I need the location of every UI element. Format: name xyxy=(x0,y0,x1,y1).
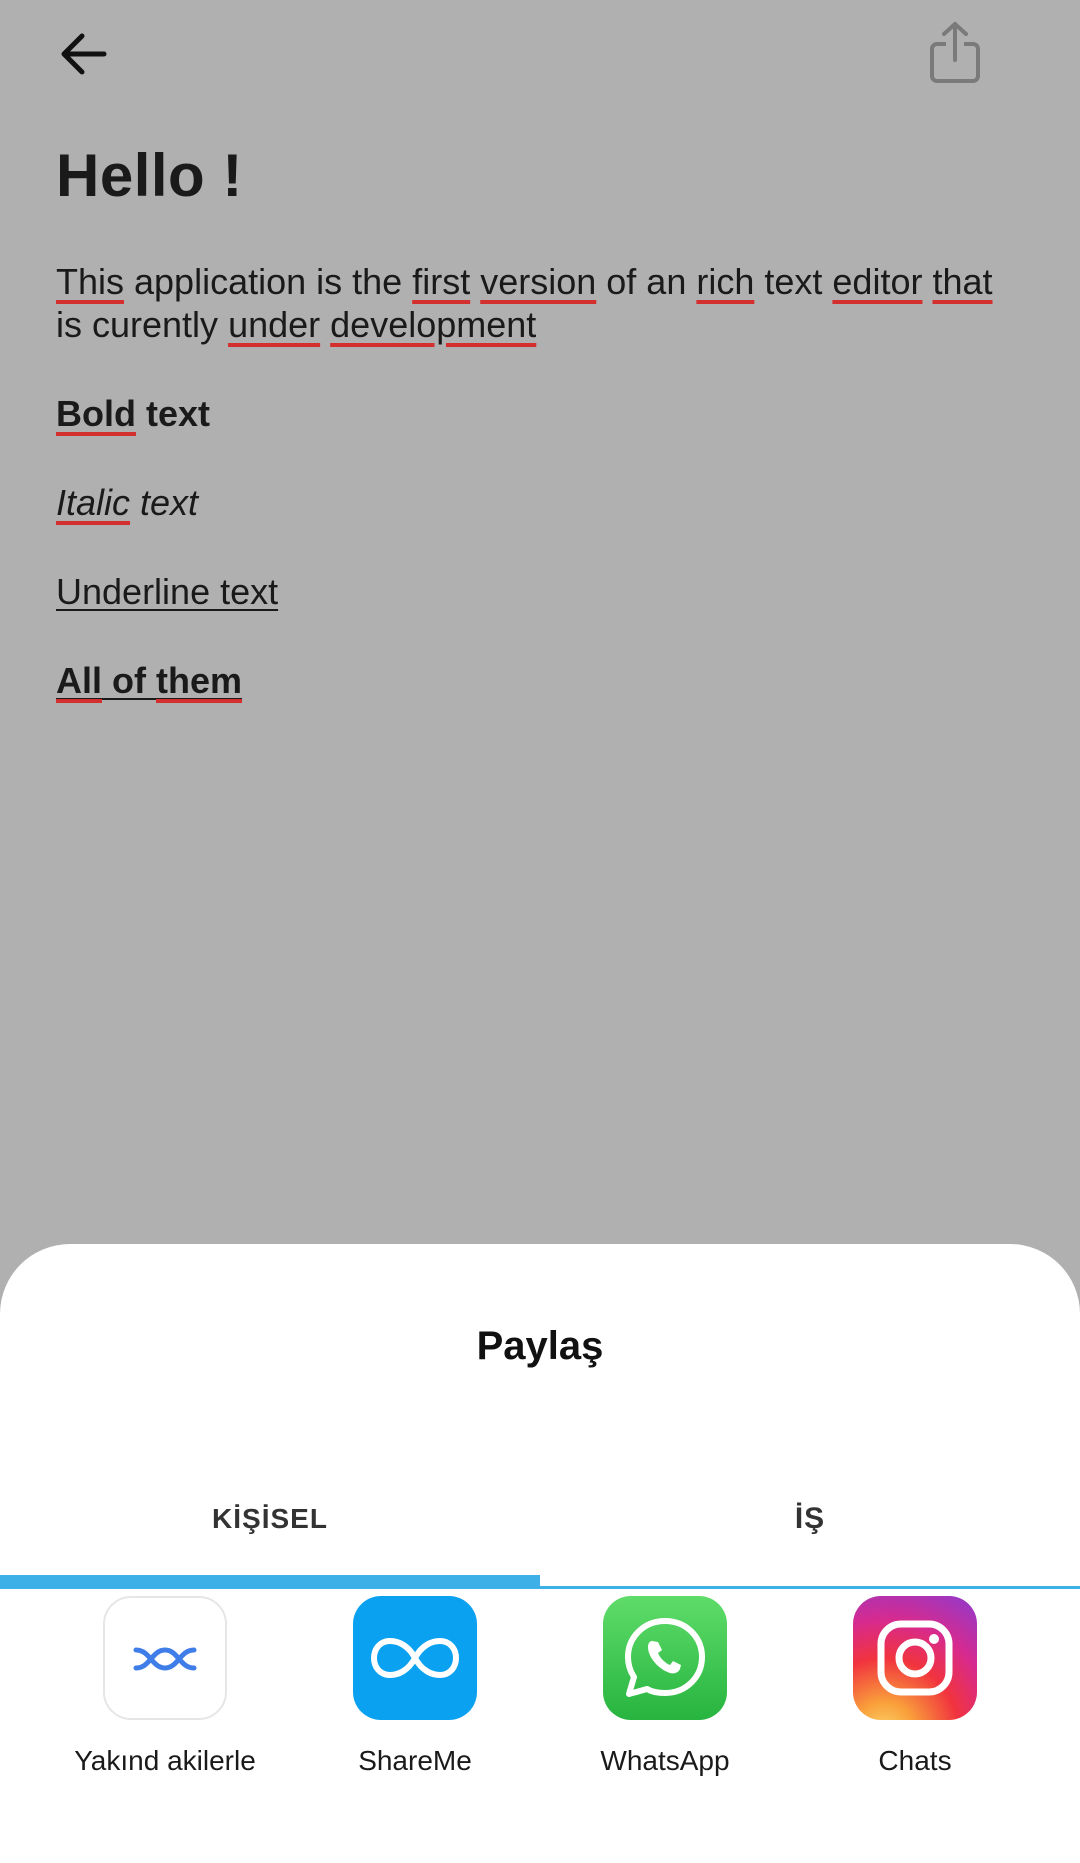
misspelled-word: that xyxy=(932,261,993,302)
paragraph-text xyxy=(320,304,330,345)
misspelled-word: rich xyxy=(696,261,755,302)
misspelled-word: them xyxy=(156,660,243,701)
misspelled-word: version xyxy=(480,261,597,302)
share-target-instagram[interactable]: Chats xyxy=(790,1596,1040,1778)
italic-line: Italic text xyxy=(56,481,1026,524)
all-styles-line: All of them xyxy=(56,659,1026,702)
heading-text: Hello ! xyxy=(56,142,243,209)
share-target-whatsapp[interactable]: WhatsApp xyxy=(540,1596,790,1778)
share-targets: Yakınd akilerle ShareMe WhatsApp Chats xyxy=(0,1596,1080,1836)
paragraph-text: application is the xyxy=(124,261,413,302)
misspelled-word: All xyxy=(56,660,103,701)
misspelled-word: first xyxy=(412,261,471,302)
line-text: text xyxy=(130,482,199,523)
misspelled-word: This xyxy=(56,261,125,302)
share-target-label: Yakınd akilerle xyxy=(74,1745,256,1776)
share-target-label: Chats xyxy=(878,1745,952,1776)
nearby-share-icon xyxy=(103,1596,227,1720)
paragraph-text: is curently xyxy=(56,304,229,345)
underline-line: Underline text xyxy=(56,571,279,612)
share-icon[interactable] xyxy=(922,16,988,88)
sheet-title: Paylaş xyxy=(476,1324,604,1368)
misspelled-word: under xyxy=(228,304,321,345)
tab-work[interactable]: İŞ xyxy=(540,1484,1080,1554)
misspelled-word: editor xyxy=(832,261,923,302)
share-target-label: WhatsApp xyxy=(600,1745,730,1776)
paragraph-text xyxy=(470,261,480,302)
whatsapp-icon xyxy=(603,1596,727,1720)
bold-line: Bold text xyxy=(56,392,1026,435)
share-target-nearby[interactable]: Yakınd akilerle xyxy=(40,1596,290,1778)
paragraph-text xyxy=(922,261,932,302)
share-sheet: Paylaş KİŞİSEL İŞ Yakınd akilerle ShareM… xyxy=(0,1244,1080,1863)
top-app-bar xyxy=(0,0,1080,110)
paragraph-text: of an xyxy=(596,261,697,302)
misspelled-word: development xyxy=(330,304,537,345)
share-target-label: ShareMe xyxy=(358,1745,472,1776)
rich-text-editor[interactable]: Hello ! This application is the first ve… xyxy=(56,140,1026,748)
body-paragraph: This application is the first version of… xyxy=(56,260,1026,346)
share-target-shareme[interactable]: ShareMe xyxy=(290,1596,540,1778)
line-text: text xyxy=(135,393,211,434)
instagram-icon xyxy=(853,1596,977,1720)
back-arrow-icon[interactable] xyxy=(52,22,116,86)
tab-personal[interactable]: KİŞİSEL xyxy=(0,1484,540,1554)
shareme-icon xyxy=(353,1596,477,1720)
profile-tabs: KİŞİSEL İŞ xyxy=(0,1484,1080,1588)
line-text: of xyxy=(102,660,156,701)
misspelled-word: Bold xyxy=(56,393,136,434)
paragraph-text: text xyxy=(754,261,833,302)
misspelled-word: Italic xyxy=(56,482,131,523)
active-tab-indicator xyxy=(0,1575,540,1589)
